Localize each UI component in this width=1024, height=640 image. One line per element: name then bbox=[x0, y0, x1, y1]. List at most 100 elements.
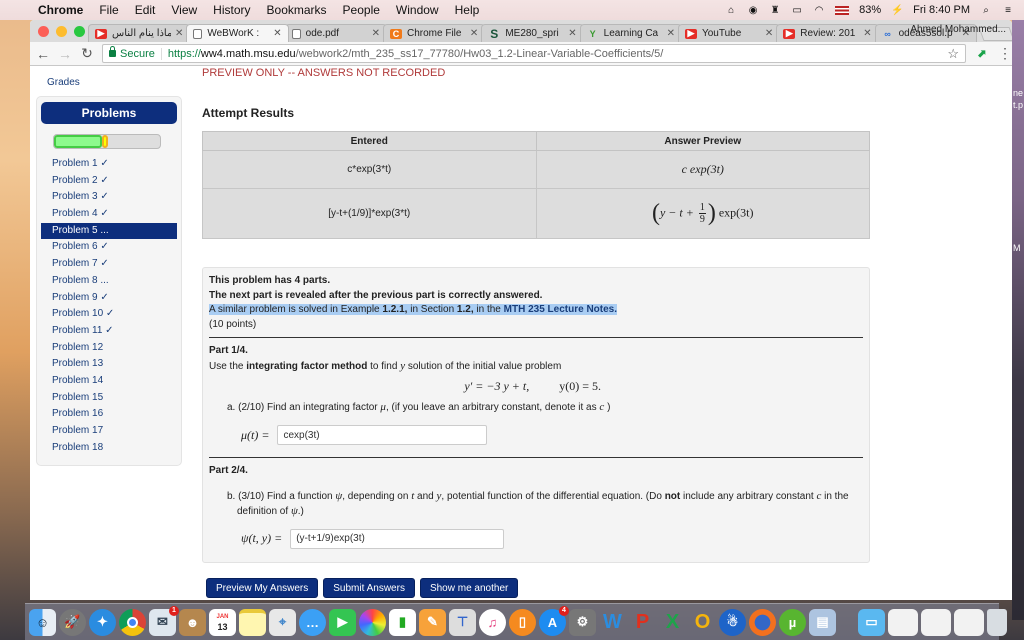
notes-icon[interactable] bbox=[239, 608, 266, 636]
numbers-icon[interactable]: ▮ bbox=[389, 608, 416, 636]
sidebar-problem-1[interactable]: Problem 1 ✓ bbox=[37, 156, 181, 173]
sidebar-problem-3[interactable]: Problem 3 ✓ bbox=[37, 189, 181, 206]
keynote-icon[interactable]: ⊤ bbox=[449, 608, 476, 636]
wifi-icon[interactable]: ◠ bbox=[813, 5, 825, 16]
cleaner-app-icon[interactable]: ☃ bbox=[719, 608, 746, 636]
contacts-icon[interactable]: ☻ bbox=[179, 608, 206, 636]
sidebar-problem-8[interactable]: Problem 8 ... bbox=[37, 273, 181, 290]
close-tab-icon[interactable]: ✕ bbox=[765, 28, 773, 39]
address-bar[interactable]: Secure https:// ww4.math.msu.edu /webwor… bbox=[102, 44, 966, 63]
ibooks-icon[interactable]: ▯ bbox=[509, 608, 536, 636]
answer-input-b[interactable] bbox=[290, 528, 505, 549]
minimized-window-3[interactable] bbox=[954, 608, 984, 636]
sidebar-problem-16[interactable]: Problem 16 bbox=[37, 406, 181, 423]
menu-view[interactable]: View bbox=[163, 3, 205, 17]
minimized-window-2[interactable] bbox=[921, 608, 951, 636]
firefox-icon[interactable] bbox=[749, 608, 776, 636]
close-tab-icon[interactable]: ✕ bbox=[273, 28, 281, 39]
tab-me280[interactable]: S ME280_spri ✕ bbox=[481, 24, 584, 42]
sidebar-problem-7[interactable]: Problem 7 ✓ bbox=[37, 256, 181, 273]
tab-youtube[interactable]: ▶ YouTube ✕ bbox=[677, 24, 781, 42]
sidebar-problem-11[interactable]: Problem 11 ✓ bbox=[37, 323, 181, 340]
close-tab-icon[interactable]: ✕ bbox=[175, 28, 183, 39]
lecture-notes-link[interactable]: MTH 235 Lecture Notes. bbox=[504, 304, 617, 315]
system-preferences-icon[interactable]: ⚙ bbox=[569, 608, 596, 636]
safari-icon[interactable]: ✦ bbox=[89, 608, 116, 636]
image-capture-icon[interactable]: ▤ bbox=[809, 608, 836, 636]
sidebar-problem-4[interactable]: Problem 4 ✓ bbox=[37, 206, 181, 223]
photos-icon[interactable] bbox=[359, 608, 386, 636]
show-another-button[interactable]: Show me another bbox=[419, 578, 519, 598]
close-tab-icon[interactable]: ✕ bbox=[863, 28, 871, 39]
menu-bookmarks[interactable]: Bookmarks bbox=[259, 3, 335, 17]
sidebar-problem-5[interactable]: Problem 5 ... bbox=[41, 222, 177, 240]
minimized-window-1[interactable] bbox=[888, 608, 918, 636]
battery-percent[interactable]: 83% bbox=[859, 4, 881, 16]
tab-chrome-file[interactable]: C Chrome File ✕ bbox=[382, 24, 486, 42]
close-tab-icon[interactable]: ✕ bbox=[372, 28, 380, 39]
outlook-icon[interactable]: O bbox=[689, 609, 716, 636]
sidebar-problem-12[interactable]: Problem 12 bbox=[37, 340, 181, 357]
applications-folder-icon[interactable]: ▭ bbox=[858, 608, 885, 636]
menu-history[interactable]: History bbox=[205, 3, 258, 17]
preview-answers-button[interactable]: Preview My Answers bbox=[206, 578, 319, 598]
menu-window[interactable]: Window bbox=[388, 3, 447, 17]
menu-help[interactable]: Help bbox=[447, 3, 488, 17]
secure-indicator[interactable]: Secure bbox=[109, 46, 162, 60]
answer-input-a[interactable] bbox=[277, 425, 488, 445]
launchpad-icon[interactable]: 🚀 bbox=[59, 608, 86, 636]
close-tab-icon[interactable]: ✕ bbox=[667, 28, 675, 39]
close-tab-icon[interactable]: ✕ bbox=[470, 28, 478, 39]
chrome-icon[interactable] bbox=[119, 608, 146, 636]
bookmark-star-icon[interactable]: ☆ bbox=[947, 46, 959, 62]
app-store-icon[interactable]: A4 bbox=[539, 605, 569, 636]
submit-answers-button[interactable]: Submit Answers bbox=[323, 578, 415, 598]
zoom-window-button[interactable] bbox=[74, 26, 85, 37]
trash-icon[interactable] bbox=[987, 608, 1007, 636]
forward-arrow-icon[interactable]: → bbox=[58, 46, 72, 62]
tab-ode-pdf[interactable]: ode.pdf ✕ bbox=[284, 24, 387, 42]
minimize-window-button[interactable] bbox=[56, 26, 67, 37]
back-arrow-icon[interactable]: ← bbox=[36, 46, 50, 62]
airplay-icon[interactable]: ▭ bbox=[791, 5, 803, 16]
menu-people[interactable]: People bbox=[335, 3, 388, 17]
clock[interactable]: Fri 8:40 PM bbox=[913, 4, 970, 16]
profile-button[interactable]: Ahmed Mohammed... bbox=[910, 24, 1006, 35]
castle-icon[interactable]: ♜ bbox=[769, 5, 781, 16]
powerpoint-icon[interactable]: P bbox=[629, 609, 656, 636]
menu-file[interactable]: File bbox=[91, 3, 126, 17]
tab-arabic-youtube[interactable]: ▶ لماذا ينام الناس ✕ bbox=[88, 24, 191, 42]
utorrent-icon[interactable]: µ bbox=[779, 608, 806, 636]
menu-edit[interactable]: Edit bbox=[127, 3, 164, 17]
preview-icon[interactable]: ⌖ bbox=[269, 608, 296, 636]
tab-review[interactable]: ▶ Review: 201 ✕ bbox=[776, 24, 879, 42]
sidebar-problem-17[interactable]: Problem 17 bbox=[37, 423, 181, 440]
itunes-icon[interactable]: ♫ bbox=[479, 608, 506, 636]
excel-icon[interactable]: X bbox=[659, 609, 686, 636]
eye-icon[interactable]: ◉ bbox=[747, 5, 759, 16]
sidebar-problem-2[interactable]: Problem 2 ✓ bbox=[37, 173, 181, 190]
pages-icon[interactable]: ✎ bbox=[419, 608, 446, 636]
sidebar-problem-10[interactable]: Problem 10 ✓ bbox=[37, 306, 181, 323]
remote-icon[interactable]: ⌂ bbox=[725, 5, 737, 16]
finder-icon[interactable]: ☺ bbox=[29, 608, 56, 636]
chrome-menu-icon[interactable]: ⋮ bbox=[998, 45, 1012, 62]
sidebar-problem-14[interactable]: Problem 14 bbox=[37, 373, 181, 390]
menu-app[interactable]: Chrome bbox=[30, 3, 91, 17]
facetime-icon[interactable]: ▶ bbox=[329, 608, 356, 636]
calendar-icon[interactable]: JAN 13 bbox=[209, 608, 236, 636]
messages-icon[interactable]: … bbox=[299, 608, 326, 636]
tab-webwork[interactable]: WeBWorK : ✕ bbox=[186, 24, 289, 42]
word-icon[interactable]: W bbox=[599, 609, 626, 636]
close-tab-icon[interactable]: ✕ bbox=[568, 28, 576, 39]
flag-icon[interactable] bbox=[835, 5, 850, 15]
battery-icon[interactable]: ⚡ bbox=[891, 5, 903, 16]
close-window-button[interactable] bbox=[38, 26, 49, 37]
sidebar-problem-18[interactable]: Problem 18 bbox=[37, 440, 181, 457]
extension-icon[interactable]: ⬈ bbox=[974, 47, 990, 61]
notification-center-icon[interactable]: ≡ bbox=[1002, 5, 1014, 16]
sidebar-problem-6[interactable]: Problem 6 ✓ bbox=[37, 239, 181, 256]
sidebar-problem-13[interactable]: Problem 13 bbox=[37, 356, 181, 373]
spotlight-search-icon[interactable]: ⌕ bbox=[980, 5, 992, 16]
sidebar-problem-9[interactable]: Problem 9 ✓ bbox=[37, 290, 181, 307]
